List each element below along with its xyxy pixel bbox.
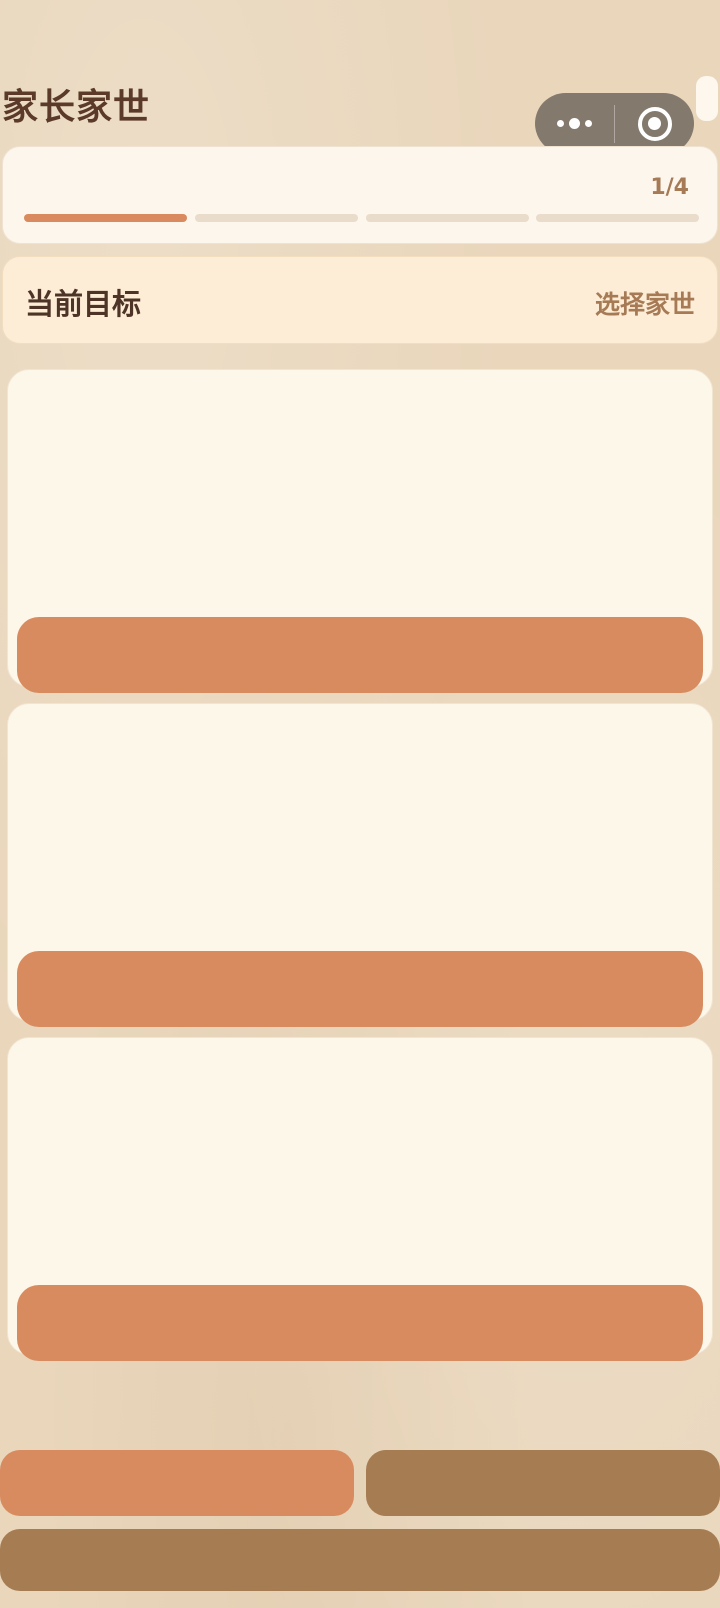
progress-segment bbox=[536, 214, 699, 222]
progress-segment bbox=[24, 214, 187, 222]
progress-count: 1/4 bbox=[650, 175, 689, 200]
more-dots-icon bbox=[557, 118, 592, 129]
scroll-handle[interactable] bbox=[696, 76, 718, 121]
goal-card: 当前目标 选择家世 bbox=[2, 256, 718, 344]
bottom-secondary-button[interactable] bbox=[366, 1450, 720, 1516]
option-select-button[interactable] bbox=[17, 617, 703, 693]
bottom-wide-button[interactable] bbox=[0, 1529, 720, 1591]
bottom-primary-button[interactable] bbox=[0, 1450, 354, 1516]
target-circle-icon bbox=[637, 106, 672, 141]
progress-segment bbox=[366, 214, 529, 222]
option-select-button[interactable] bbox=[17, 1285, 703, 1361]
goal-action: 选择家世 bbox=[594, 290, 695, 319]
progress-card: 1/4 bbox=[2, 146, 718, 244]
capsule-more-button[interactable] bbox=[535, 93, 614, 154]
capsule-close-button[interactable] bbox=[615, 93, 694, 154]
page-title: 家长家世 bbox=[2, 87, 151, 128]
mini-program-capsule bbox=[535, 93, 694, 154]
progress-segment bbox=[195, 214, 358, 222]
goal-label: 当前目标 bbox=[25, 287, 142, 321]
option-select-button[interactable] bbox=[17, 951, 703, 1027]
